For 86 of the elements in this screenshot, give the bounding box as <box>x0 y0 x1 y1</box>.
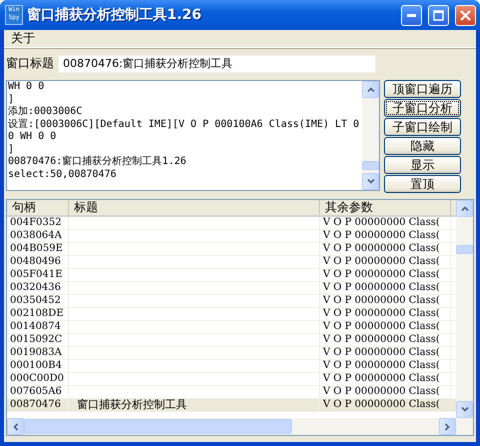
maximize-button[interactable] <box>428 4 449 26</box>
scroll-thumb[interactable] <box>362 161 379 170</box>
table-cell: 004F0352 <box>7 217 69 229</box>
log-line: ] <box>8 94 16 106</box>
table-cell: V O P 00000000 Class( <box>320 360 451 372</box>
log-line: 0 WH 0 0 <box>8 131 58 144</box>
action-button[interactable]: 子窗口分析 <box>384 99 461 117</box>
table-cell: V O P 00000000 Class( <box>320 347 451 359</box>
scroll-right-button[interactable] <box>439 418 456 435</box>
table-cell: V O P 00000000 Class( <box>320 243 451 255</box>
minimize-icon <box>407 14 416 16</box>
table-cell: V O P 00000000 Class( <box>320 282 451 294</box>
table-row[interactable]: 000C00D0 V O P 00000000 Class( <box>7 373 456 386</box>
table-cell: 00480496 <box>7 256 69 268</box>
action-button[interactable]: 顶窗口遍历 <box>384 80 461 98</box>
minimize-button[interactable] <box>401 4 422 26</box>
action-button[interactable]: 显示 <box>384 156 461 174</box>
table-row[interactable]: 000100B4 V O P 00000000 Class( <box>7 360 456 373</box>
log-line: 00870476:窗口捕获分析控制工具1.26 <box>8 156 188 168</box>
table-row[interactable]: 002108DE V O P 00000000 Class( <box>7 308 456 321</box>
table-row[interactable]: 0015092C V O P 00000000 Class( <box>7 334 456 347</box>
scrollbar[interactable] <box>456 200 473 418</box>
table-cell: 0038064A <box>7 230 69 242</box>
table-cell: V O P 00000000 Class( <box>320 386 451 398</box>
scroll-down-button[interactable] <box>456 401 473 418</box>
window-list[interactable] <box>6 199 474 436</box>
table-cell: 窗口捕获分析控制工具 <box>69 399 320 411</box>
scroll-thumb[interactable] <box>456 245 473 254</box>
table-row[interactable]: 00350452 V O P 00000000 Class( <box>7 295 456 308</box>
table-row[interactable]: 00320436 V O P 00000000 Class( <box>7 282 456 295</box>
table-cell: 002108DE <box>7 308 69 320</box>
close-button[interactable] <box>455 4 476 26</box>
table-cell: V O P 00000000 Class( <box>320 256 451 268</box>
scroll-thumb[interactable] <box>24 419 292 434</box>
action-button[interactable]: 隐藏 <box>384 137 461 155</box>
table-row[interactable]: 005F041E V O P 00000000 Class( <box>7 269 456 282</box>
scroll-down-button[interactable] <box>362 173 379 190</box>
log-area[interactable]: WH 0 0 ] 添加:0003006C 设置:[0003006C][Default IME][V O P 000100A6 Class(IME) LT 0 0 WH 0 0 ] 00870476:窗口捕获分析控制工具1.26 select:50,00870476 <box>6 80 380 191</box>
table-cell: 00140874 <box>7 321 69 333</box>
column-header[interactable]: 标题 <box>69 200 320 215</box>
horizontal-scrollbar[interactable] <box>7 418 473 435</box>
action-button[interactable]: 置顶 <box>384 175 461 193</box>
table-cell: 005F041E <box>7 269 69 281</box>
table-cell: V O P 00000000 Class( <box>320 308 451 320</box>
table-row[interactable]: 0038064A V O P 00000000 Class( <box>7 230 456 243</box>
log-line: WH 0 0 <box>8 81 46 94</box>
scrollbar[interactable] <box>362 81 379 190</box>
table-cell: V O P 00000000 Class( <box>320 217 451 229</box>
table-cell: V O P 00000000 Class( <box>320 295 451 307</box>
table-cell: 00350452 <box>7 295 69 307</box>
log-line: 添加:0003006C <box>8 106 84 118</box>
table-cell: V O P 00000000 Class( <box>320 321 451 333</box>
table-row[interactable]: 00480496 V O P 00000000 Class( <box>7 256 456 269</box>
table-cell: 0019083A <box>7 347 69 359</box>
close-icon <box>460 10 471 20</box>
table-row[interactable]: 00140874 V O P 00000000 Class( <box>7 321 456 334</box>
selected-row[interactable]: 00870476 窗口捕获分析控制工具 V O P 00000000 Class( <box>7 399 456 412</box>
column-header[interactable]: 句柄 <box>7 200 69 215</box>
table-cell: 00870476 <box>7 399 69 411</box>
scroll-left-button[interactable] <box>7 418 24 435</box>
title-field[interactable]: 00870476:窗口捕获分析控制工具 <box>58 54 376 72</box>
table-cell: 0015092C <box>7 334 69 346</box>
table-cell: 000C00D0 <box>7 373 69 385</box>
scroll-up-button[interactable] <box>456 200 473 217</box>
table-cell: V O P 00000000 Class( <box>320 269 451 281</box>
log-line: select:50,00870476 <box>8 168 118 181</box>
table-cell: 000100B4 <box>7 360 69 372</box>
log-line: 设置:[0003006C][Default IME][V O P 000100A6 Class(IME) LT 0 <box>8 118 360 131</box>
maximize-icon <box>433 10 444 20</box>
scroll-up-button[interactable] <box>362 81 379 98</box>
table-row[interactable]: 004B059E V O P 00000000 Class( <box>7 243 456 256</box>
field-label: 窗口标题 <box>6 55 54 72</box>
table-cell: V O P 00000000 Class( <box>320 399 451 411</box>
menu-item[interactable]: 关于 <box>6 30 40 47</box>
action-button[interactable]: 子窗口绘制 <box>384 118 461 136</box>
log-line: ] <box>8 144 16 156</box>
table-cell: V O P 00000000 Class( <box>320 230 451 242</box>
table-cell: 007605A6 <box>7 386 69 398</box>
table-cell: 00320436 <box>7 282 69 294</box>
column-header[interactable]: 其余参数 <box>320 200 451 215</box>
table-row[interactable]: 0019083A V O P 00000000 Class( <box>7 347 456 360</box>
table-cell: V O P 00000000 Class( <box>320 373 451 385</box>
table-row[interactable]: 004F0352 V O P 00000000 Class( <box>7 217 456 230</box>
table-cell: 004B059E <box>7 243 69 255</box>
window-title: 窗口捕获分析控制工具1.26 <box>27 6 203 24</box>
table-cell: V O P 00000000 Class( <box>320 334 451 346</box>
